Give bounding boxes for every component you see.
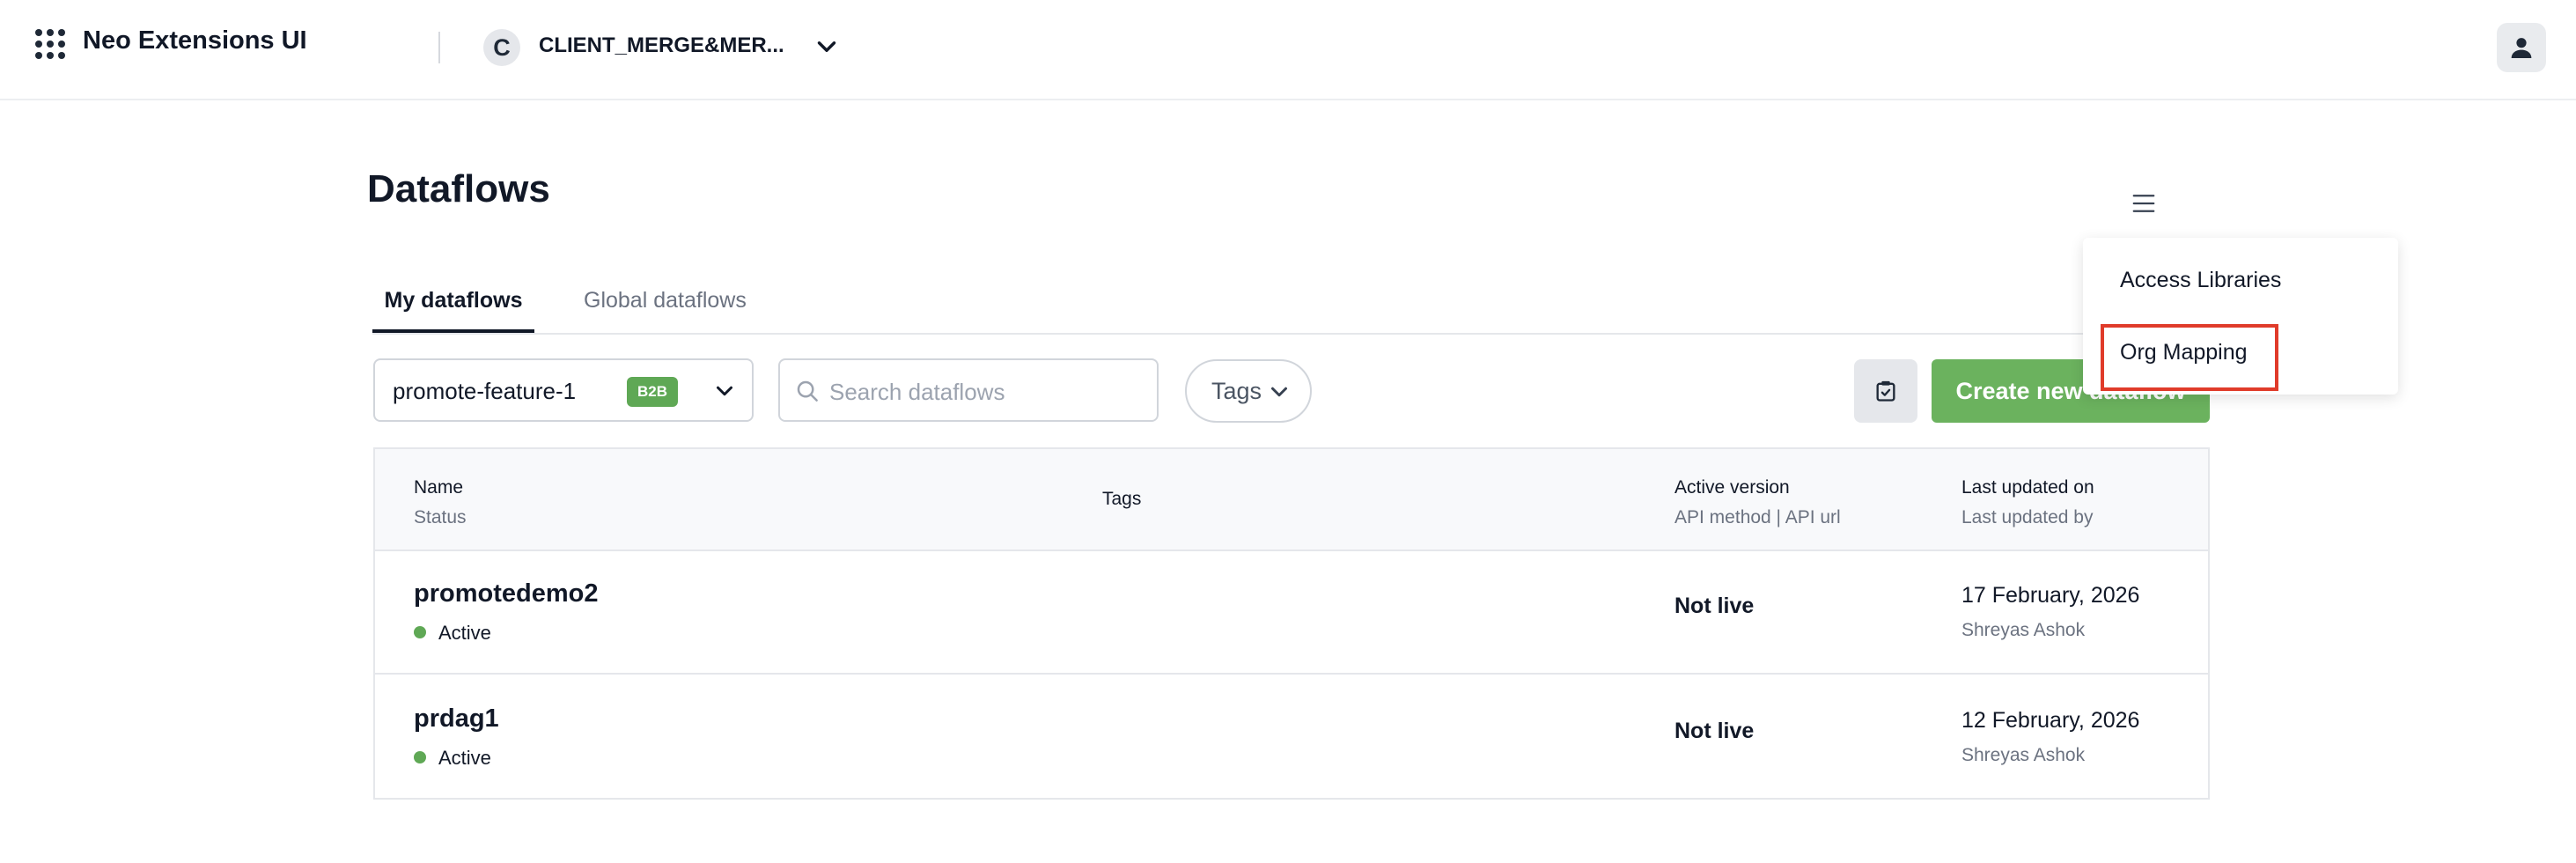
search-box[interactable] — [778, 358, 1159, 422]
top-bar: Neo Extensions UI C CLIENT_MERGE&MER... — [0, 0, 2576, 100]
last-updated-by: Shreyas Ashok — [1961, 745, 2086, 765]
menu-item-access-libraries[interactable]: Access Libraries — [2120, 268, 2281, 293]
page-title: Dataflows — [367, 167, 550, 210]
column-api: API method | API url — [1674, 507, 1841, 527]
clipboard-check-icon — [1876, 380, 1895, 402]
table-row[interactable]: promotedemo2 Active Not live 17 February… — [375, 550, 2208, 675]
search-input[interactable] — [828, 372, 1148, 411]
status-text: Active — [438, 622, 491, 644]
chevron-down-icon — [717, 386, 732, 396]
org-avatar[interactable]: C — [483, 29, 520, 66]
hamburger-menu-icon[interactable] — [2131, 190, 2157, 217]
last-updated-by: Shreyas Ashok — [1961, 620, 2086, 640]
highlight-box — [2101, 324, 2278, 391]
status-dot — [414, 626, 426, 639]
dataflow-name[interactable]: promotedemo2 — [414, 579, 598, 609]
last-updated-on: 12 February, 2026 — [1961, 708, 2140, 733]
column-active-version: Active version — [1674, 477, 1790, 498]
column-tags: Tags — [1102, 489, 1142, 509]
status-dot — [414, 751, 426, 764]
header-divider — [438, 32, 440, 63]
tags-label: Tags — [1211, 378, 1262, 404]
branch-select[interactable]: promote-feature-1 B2B — [373, 358, 754, 422]
last-updated-on: 17 February, 2026 — [1961, 583, 2140, 608]
active-version: Not live — [1674, 594, 1755, 618]
search-icon — [797, 380, 818, 402]
dataflow-name[interactable]: prdag1 — [414, 704, 499, 734]
org-name[interactable]: CLIENT_MERGE&MER... — [539, 33, 784, 58]
table-header: Name Status Tags Active version API meth… — [375, 449, 2208, 551]
app-title: Neo Extensions UI — [83, 26, 307, 55]
status-badge: Active — [414, 747, 491, 770]
app-grid-icon[interactable] — [35, 29, 65, 59]
tags-filter-button[interactable]: Tags — [1185, 359, 1312, 423]
b2b-badge: B2B — [627, 377, 678, 407]
user-profile-button[interactable] — [2497, 23, 2546, 72]
active-version: Not live — [1674, 719, 1755, 743]
header-updated: Last updated on Last updated by — [1961, 477, 2094, 528]
chevron-down-icon[interactable] — [812, 32, 842, 62]
dataflow-tabs: My dataflows Global dataflows — [372, 269, 2209, 335]
header-tags: Tags — [1102, 489, 1141, 510]
status-badge: Active — [414, 622, 491, 645]
column-last-updated-on: Last updated on — [1961, 477, 2094, 498]
column-status: Status — [414, 507, 467, 527]
column-name: Name — [414, 477, 464, 498]
status-text: Active — [438, 747, 491, 769]
clipboard-check-button[interactable] — [1854, 359, 1917, 423]
branch-name: promote-feature-1 — [393, 378, 577, 404]
tab-my-dataflows[interactable]: My dataflows — [372, 269, 534, 333]
table-row[interactable]: prdag1 Active Not live 12 February, 2026… — [375, 675, 2208, 798]
chevron-down-icon — [1271, 387, 1287, 397]
header-name-status: Name Status — [414, 477, 467, 528]
tab-global-dataflows[interactable]: Global dataflows — [584, 269, 747, 333]
dataflows-table: Name Status Tags Active version API meth… — [373, 447, 2210, 800]
header-version: Active version API method | API url — [1674, 477, 1841, 528]
user-icon — [2511, 38, 2532, 58]
column-last-updated-by: Last updated by — [1961, 507, 2094, 527]
